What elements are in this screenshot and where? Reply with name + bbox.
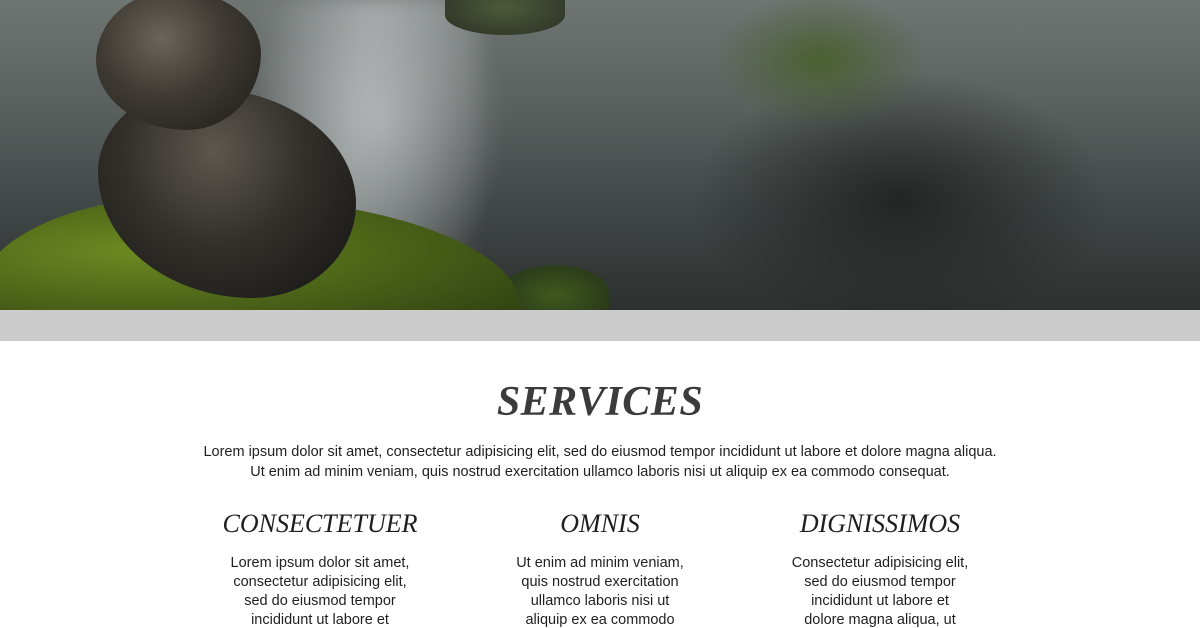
services-section: SERVICES Lorem ipsum dolor sit amet, con… [0,341,1200,628]
intro-line: Ut enim ad minim veniam, quis nostrud ex… [250,464,950,480]
service-description: Consectetur adipisicing elit, sed do eiu… [791,555,969,628]
service-title: OMNIS [560,509,640,538]
hero-image [0,0,1200,310]
services-intro: Lorem ipsum dolor sit amet, consectetur … [150,442,1050,482]
service-description: Ut enim ad minim veniam, quis nostrud ex… [516,555,684,628]
service-title: DIGNISSIMOS [799,509,961,538]
intro-line: Lorem ipsum dolor sit amet, consectetur … [203,444,997,460]
service-column-consectetuer: CONSECTETUER Lorem ipsum dolor sit amet,… [200,509,440,628]
service-column-omnis: OMNIS Ut enim ad minim veniam, quis nost… [480,509,720,628]
service-description: Lorem ipsum dolor sit amet, consectetur … [230,555,410,628]
service-title: CONSECTETUER [222,509,418,538]
divider-band [0,310,1200,341]
service-column-dignissimos: DIGNISSIMOS Consectetur adipisicing elit… [760,509,1000,628]
services-title: SERVICES [496,379,704,425]
